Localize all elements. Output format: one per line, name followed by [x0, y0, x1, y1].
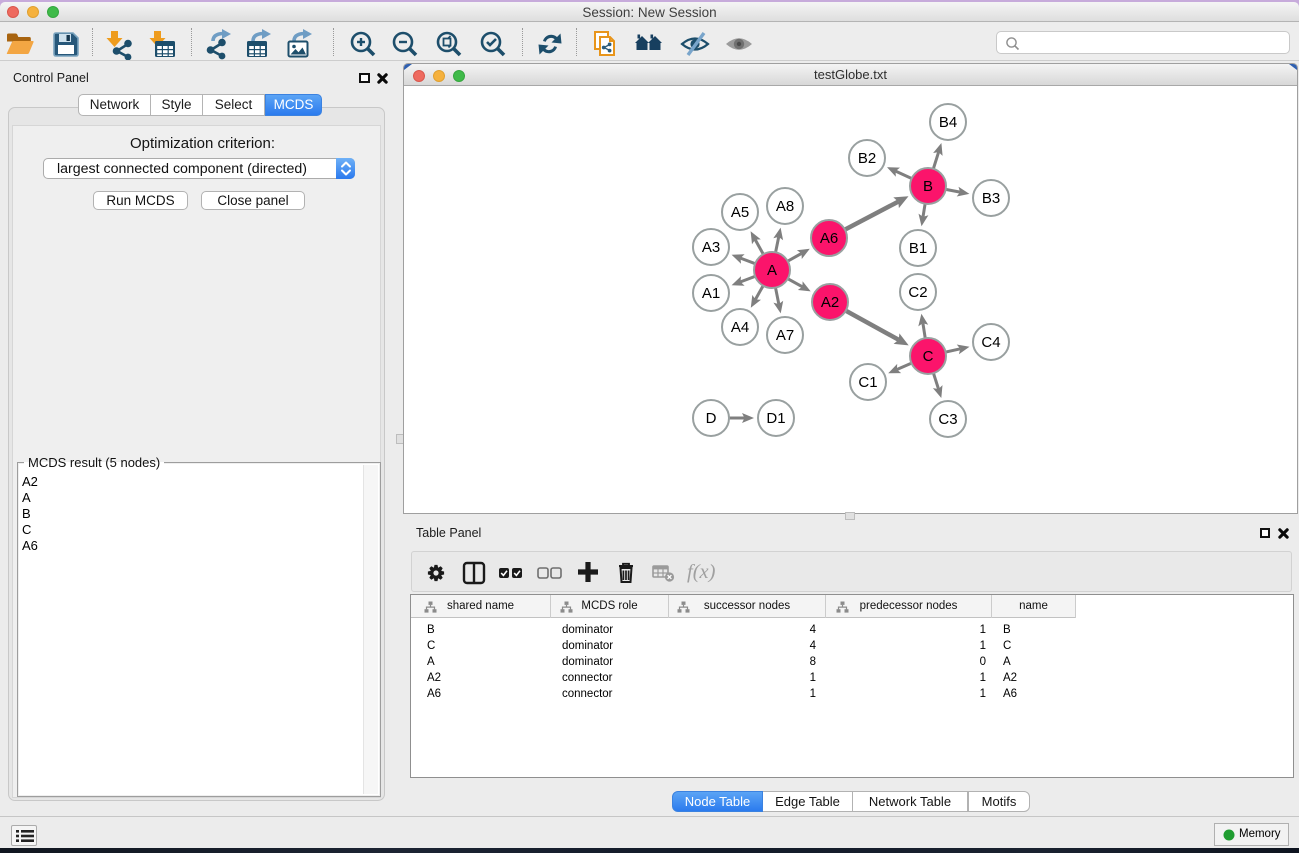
svg-text:C4: C4 — [981, 334, 1000, 351]
svg-text:A3: A3 — [702, 239, 720, 256]
svg-text:A2: A2 — [821, 294, 839, 311]
svg-text:A8: A8 — [776, 198, 794, 215]
svg-text:A7: A7 — [776, 327, 794, 344]
svg-text:C2: C2 — [908, 284, 927, 301]
svg-text:D: D — [706, 410, 717, 427]
svg-text:A1: A1 — [702, 285, 720, 302]
svg-text:B1: B1 — [909, 240, 927, 257]
svg-text:C: C — [923, 348, 934, 365]
svg-text:C1: C1 — [858, 374, 877, 391]
svg-text:B2: B2 — [858, 150, 876, 167]
svg-text:B: B — [923, 178, 933, 195]
svg-text:B4: B4 — [939, 114, 957, 131]
svg-text:A4: A4 — [731, 319, 749, 336]
svg-text:A: A — [767, 262, 777, 279]
svg-text:B3: B3 — [982, 190, 1000, 207]
svg-text:C3: C3 — [938, 411, 957, 428]
svg-text:A5: A5 — [731, 204, 749, 221]
svg-text:D1: D1 — [766, 410, 785, 427]
svg-text:A6: A6 — [820, 230, 838, 247]
